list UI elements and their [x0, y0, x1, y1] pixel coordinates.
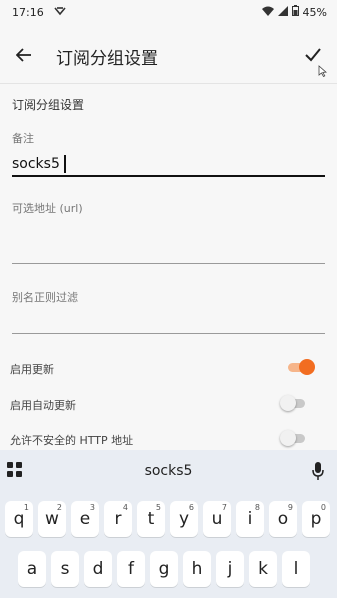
- key-w[interactable]: w2: [38, 501, 66, 537]
- key-l[interactable]: l: [282, 551, 310, 587]
- key-s[interactable]: s: [51, 551, 79, 587]
- save-button[interactable]: [293, 36, 333, 76]
- battery-level: 45%: [302, 5, 327, 19]
- soft-keyboard: socks5 q1w2e3r4t5y6u7i8o9p0asdfghjkl: [0, 450, 337, 598]
- key-d[interactable]: d: [84, 551, 112, 587]
- app-bar: 订阅分组设置: [0, 30, 337, 84]
- enable-update-switch[interactable]: [285, 359, 315, 375]
- allow-insecure-http-switch[interactable]: [280, 430, 310, 446]
- key-label: t: [147, 509, 155, 529]
- key-f[interactable]: f: [117, 551, 145, 587]
- signal-icon: [277, 5, 288, 19]
- key-g[interactable]: g: [150, 551, 178, 587]
- key-label: u: [211, 509, 223, 529]
- key-hint: 1: [23, 503, 29, 512]
- key-hint: 5: [155, 503, 161, 512]
- text-cursor: [64, 155, 66, 173]
- key-y[interactable]: y6: [170, 501, 198, 537]
- key-q[interactable]: q1: [5, 501, 33, 537]
- vpn-key-icon: [54, 6, 66, 19]
- back-button[interactable]: [2, 35, 46, 79]
- key-a[interactable]: a: [18, 551, 46, 587]
- alias-filter-input[interactable]: [12, 306, 325, 328]
- enable-auto-update-label: 启用自动更新: [10, 399, 76, 412]
- key-k[interactable]: k: [249, 551, 277, 587]
- key-label: i: [247, 509, 253, 529]
- key-o[interactable]: o9: [269, 501, 297, 537]
- wifi-icon: [261, 6, 274, 19]
- key-hint: 2: [56, 503, 62, 512]
- switch-thumb: [280, 395, 296, 411]
- key-p[interactable]: p0: [302, 501, 330, 537]
- remarks-label: 备注: [12, 132, 34, 145]
- url-input[interactable]: [12, 236, 325, 258]
- key-label: q: [13, 509, 25, 529]
- keyboard-suggestion[interactable]: socks5: [145, 463, 193, 479]
- alias-filter-underline: [12, 333, 325, 334]
- microphone-icon[interactable]: [305, 458, 331, 484]
- key-hint: 7: [221, 503, 227, 512]
- allow-insecure-http-label: 允许不安全的 HTTP 地址: [10, 434, 134, 447]
- key-j[interactable]: j: [216, 551, 244, 587]
- key-label: e: [79, 509, 91, 529]
- battery-icon: [291, 5, 299, 19]
- remarks-underline: [12, 175, 325, 177]
- switch-thumb: [280, 430, 296, 446]
- key-label: y: [178, 509, 190, 529]
- key-label: w: [45, 509, 59, 529]
- key-hint: 8: [254, 503, 260, 512]
- key-r[interactable]: r4: [104, 501, 132, 537]
- status-time: 17:16: [12, 5, 44, 19]
- page-title: 订阅分组设置: [56, 49, 158, 69]
- keyboard-toolbar: socks5: [0, 450, 337, 492]
- status-bar: 17:16 45%: [0, 0, 337, 24]
- key-label: p: [310, 509, 322, 529]
- key-hint: 3: [89, 503, 95, 512]
- key-hint: 6: [188, 503, 194, 512]
- key-hint: 0: [320, 503, 326, 512]
- key-hint: 4: [122, 503, 128, 512]
- switch-thumb: [299, 359, 315, 375]
- url-label: 可选地址 (url): [12, 202, 83, 215]
- url-underline: [12, 263, 325, 264]
- remarks-input[interactable]: [12, 154, 325, 174]
- key-label: o: [277, 509, 289, 529]
- key-e[interactable]: e3: [71, 501, 99, 537]
- alias-filter-label: 别名正则过滤: [12, 291, 78, 304]
- mouse-pointer-icon: [318, 62, 327, 81]
- key-i[interactable]: i8: [236, 501, 264, 537]
- key-h[interactable]: h: [183, 551, 211, 587]
- enable-update-label: 启用更新: [10, 363, 54, 376]
- key-u[interactable]: u7: [203, 501, 231, 537]
- key-t[interactable]: t5: [137, 501, 165, 537]
- key-hint: 9: [287, 503, 293, 512]
- section-title: 订阅分组设置: [12, 98, 85, 112]
- apps-grid-icon[interactable]: [6, 461, 24, 479]
- enable-auto-update-switch[interactable]: [280, 395, 310, 411]
- key-label: r: [114, 509, 122, 529]
- arrow-left-icon: [15, 47, 32, 66]
